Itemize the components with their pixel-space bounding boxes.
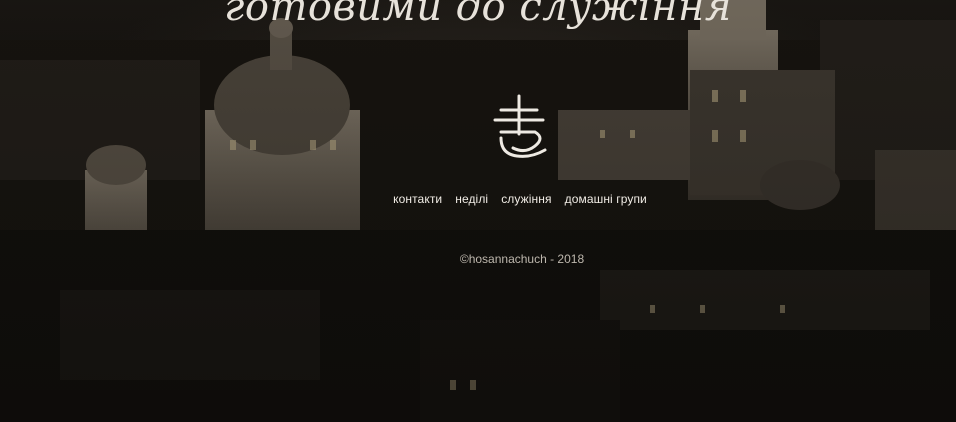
hero-tagline: готовими до служіння	[224, 0, 732, 30]
nav-link-ministry[interactable]: служіння	[501, 192, 551, 206]
nav-link-home-groups[interactable]: домашні групи	[565, 192, 647, 206]
copyright-text: ©hosannachuch - 2018	[459, 252, 585, 266]
nav-link-contacts[interactable]: контакти	[393, 192, 442, 206]
footer-nav: контакти неділі служіння домашні групи	[42, 192, 956, 206]
page: готовими до служіння контакти неділі слу…	[0, 0, 956, 422]
church-logo-icon[interactable]	[491, 94, 549, 162]
nav-link-sundays[interactable]: неділі	[455, 192, 488, 206]
background-overlay	[0, 0, 956, 422]
